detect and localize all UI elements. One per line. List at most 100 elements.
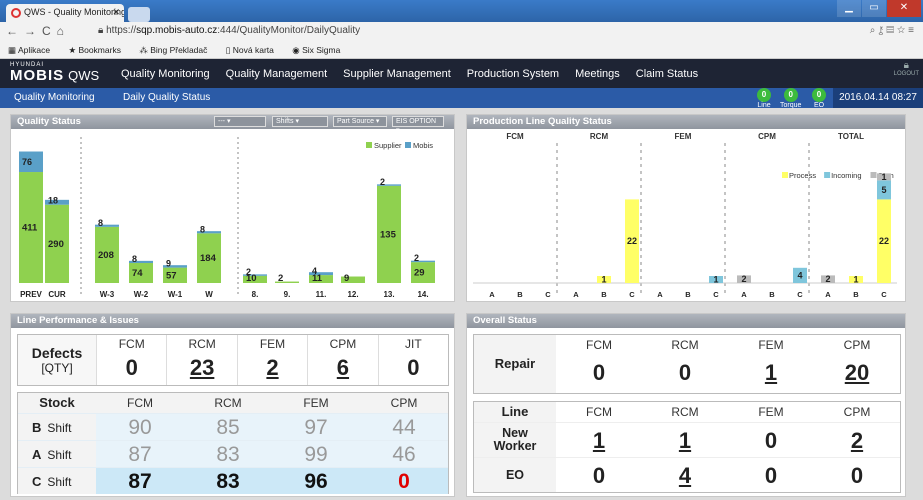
defects-column-fcm: FCM 0 (96, 335, 166, 385)
reload-icon[interactable]: C (42, 24, 57, 38)
close-tab-icon[interactable]: ✕ (112, 7, 120, 18)
bar-14[interactable]: 29 2 14. (411, 253, 435, 299)
line-value[interactable]: 1 (642, 423, 728, 457)
defects-column-fem: FEM 2 (236, 335, 307, 385)
eo-indicator[interactable]: 0 EO (812, 88, 826, 109)
bookmark-six-sigma[interactable]: ◉ Six Sigma (292, 45, 348, 55)
bar-9[interactable]: 29. (275, 273, 299, 299)
line-value[interactable]: 1 (556, 423, 642, 457)
maximize-icon[interactable]: ▭ (862, 0, 886, 17)
category-label: 9. (284, 290, 291, 299)
menu-quality-monitoring[interactable]: Quality Monitoring (121, 68, 210, 80)
bar-12[interactable]: 9 12. (341, 273, 365, 299)
repair-value[interactable]: 1 (728, 355, 814, 391)
bar-8[interactable]: 1028. (243, 267, 267, 299)
bar-rcm-a[interactable]: A (573, 290, 579, 299)
category-label: W-2 (134, 290, 149, 299)
line-indicator[interactable]: 0 Line (757, 88, 771, 109)
defects-value[interactable]: 6 (308, 353, 377, 383)
window-close-icon[interactable]: ✕ (887, 0, 921, 17)
category-label: C (629, 290, 635, 299)
menu-production-system[interactable]: Production System (467, 68, 559, 80)
eis-option-dropdown[interactable]: EIS OPTION ▾ (392, 116, 444, 134)
bar-mobis-label: 8 (98, 218, 103, 228)
bar-rcm-b[interactable]: 1B (597, 275, 611, 300)
bar-PREV[interactable]: 411 76 PREV (19, 151, 43, 299)
bookmark-apps[interactable]: ▦ Aplikace (8, 45, 58, 55)
part-source-dropdown[interactable]: Part Source ▾ (333, 116, 387, 127)
category-label: B (517, 290, 523, 299)
bar-fem-c[interactable]: 1C (709, 275, 723, 300)
defects-column-header: CPM (329, 337, 357, 351)
bar-CUR[interactable]: 290 18 CUR (45, 196, 69, 299)
group-label: FCM (506, 132, 524, 141)
defects-column-header: RCM (188, 337, 216, 351)
star-icon[interactable]: ☆ (897, 25, 908, 36)
stock-header-row: Stock FCM RCM FEM CPM (18, 393, 448, 413)
bookmark-new-tab[interactable]: ▯ Nová karta (226, 45, 282, 55)
home-icon[interactable]: ⌂ (57, 24, 70, 38)
bar-W-2[interactable]: 74 8 W-2 (129, 254, 153, 299)
filter-dropdown[interactable]: --- ▾ (214, 116, 266, 127)
quality-status-panel: Quality Status --- ▾ Shifts ▾ Part Sourc… (10, 114, 455, 302)
repair-value[interactable]: 20 (814, 355, 900, 391)
breadcrumb-daily-quality-status[interactable]: Daily Quality Status (123, 92, 210, 103)
menu-quality-management[interactable]: Quality Management (226, 68, 328, 80)
legend-mobis-label: Mobis (413, 141, 433, 150)
torque-indicator[interactable]: 0 Torque (780, 88, 801, 109)
back-icon[interactable]: ← (6, 24, 24, 38)
bar-cpm-a[interactable]: 2A (737, 274, 751, 299)
bar-fem-b[interactable]: B (685, 290, 691, 299)
bar-13[interactable]: 135 2 13. (377, 177, 401, 299)
url-field[interactable]: 🔒︎ https://sqp.mobis-auto.cz:444/Quality… (98, 25, 360, 36)
menu-claim-status[interactable]: Claim Status (636, 68, 698, 80)
menu-supplier-management[interactable]: Supplier Management (343, 68, 451, 80)
bar-fcm-b[interactable]: B (517, 290, 523, 299)
bar-value-label: 1 (601, 275, 606, 285)
bar-cpm-b[interactable]: B (769, 290, 775, 299)
browser-tab[interactable]: QWS - Quality Monitoring ✕ (6, 4, 124, 22)
logout-button[interactable]: 🔒︎ LOGOUT (894, 60, 919, 77)
bookmark-bookmarks[interactable]: ★ Bookmarks (68, 45, 129, 55)
panel-title: Line Performance & Issues (11, 314, 454, 328)
breadcrumb-quality-monitoring[interactable]: Quality Monitoring (14, 92, 95, 103)
bar-total-a[interactable]: 2A (821, 274, 835, 299)
translate-icon[interactable]: ▤ (886, 25, 897, 36)
bar-W-3[interactable]: 208 8 W-3 (95, 218, 119, 299)
forward-icon[interactable]: → (24, 24, 42, 38)
category-label: A (657, 290, 663, 299)
shifts-dropdown[interactable]: Shifts ▾ (272, 116, 328, 127)
bar-total-b[interactable]: 1B (849, 275, 863, 300)
bar-total-c[interactable]: 22 5 1 C (877, 172, 891, 299)
group-label: RCM (590, 132, 609, 141)
new-tab-button[interactable] (128, 7, 150, 22)
line-value[interactable]: 2 (814, 423, 900, 457)
category-label: C (545, 290, 551, 299)
bar-W[interactable]: 184 8 W (197, 224, 221, 299)
repair-column-fem: FEM 1 (728, 335, 814, 393)
bar-W-1[interactable]: 579 W-1 (163, 259, 187, 299)
defects-value[interactable]: 2 (238, 353, 307, 383)
category-label: A (573, 290, 579, 299)
bar-fcm-a[interactable]: A (489, 290, 495, 299)
bar-mobis-label: 18 (48, 196, 58, 206)
stock-table: Stock FCM RCM FEM CPM B Shift 90 85 97 44 A Shift 8… (17, 392, 449, 494)
menu-meetings[interactable]: Meetings (575, 68, 620, 80)
defects-table: Defects [QTY] FCM 0 RCM 23 FEM 2 CPM 6 JIT 0 (17, 334, 449, 386)
bar-rcm-c[interactable]: 22 C (625, 199, 639, 299)
bar-value-label: 5 (881, 185, 886, 195)
bar-11[interactable]: 11411. (309, 266, 333, 299)
legend-swatch (824, 172, 831, 178)
bar-fem-a[interactable]: A (657, 290, 663, 299)
minimize-icon[interactable]: ▁ (837, 0, 861, 17)
stock-value: 46 (392, 443, 416, 466)
category-label: C (797, 290, 803, 299)
stock-shift-label: A Shift (18, 441, 96, 467)
bookmark-bing[interactable]: ⁂ Bing Překladač (139, 45, 215, 55)
group-label: FEM (675, 132, 692, 141)
line-value[interactable]: 4 (642, 458, 728, 492)
logo[interactable]: HYUNDAI MOBIS QWS (10, 62, 99, 83)
menu-icon[interactable]: ≡ (908, 25, 917, 36)
bar-fcm-c[interactable]: C (545, 290, 551, 299)
defects-value[interactable]: 23 (167, 353, 236, 383)
